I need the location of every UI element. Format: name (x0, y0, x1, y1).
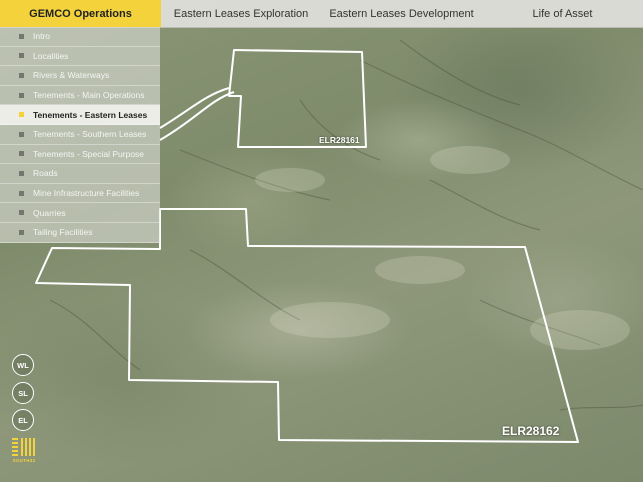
bullet-icon (19, 190, 24, 196)
layer-item-label: Tenements - Special Purpose (33, 148, 145, 159)
bullet-icon (19, 151, 24, 157)
layer-item-tenements-eastern-leases[interactable]: Tenements - Eastern Leases (0, 105, 160, 125)
tab-gemco-operations[interactable]: GEMCO Operations (0, 0, 161, 27)
wl-button[interactable]: WL (12, 354, 34, 376)
sl-button[interactable]: SL (12, 382, 34, 404)
layer-item-label: Tenements - Southern Leases (33, 129, 147, 140)
layer-item-label: Tenements - Eastern Leases (33, 109, 148, 120)
lease-label-elr28161: ELR28161 (319, 135, 360, 145)
layer-item-tailing-facilities[interactable]: Tailing Facilities (0, 222, 160, 243)
layer-item-tenements-southern-leases[interactable]: Tenements - Southern Leases (0, 124, 160, 145)
layer-menu: Intro Localities Rivers & Waterways Tene… (0, 27, 160, 243)
layer-item-quarries[interactable]: Quarries (0, 203, 160, 223)
el-button[interactable]: EL (12, 409, 34, 431)
tab-life-of-asset[interactable]: Life of Asset (482, 0, 643, 27)
layer-item-roads[interactable]: Roads (0, 164, 160, 184)
layer-item-label: Intro (33, 31, 51, 42)
layer-item-label: Localities (33, 50, 69, 61)
bullet-icon (19, 33, 24, 39)
layer-item-label: Mine Infrastructure Facilities (33, 188, 140, 199)
bullet-icon (19, 229, 24, 235)
bullet-icon (19, 170, 24, 176)
tab-eastern-leases-development[interactable]: Eastern Leases Development (321, 0, 482, 27)
layer-item-tenements-special-purpose[interactable]: Tenements - Special Purpose (0, 144, 160, 165)
layer-item-label: Tenements - Main Operations (33, 90, 145, 101)
layer-item-label: Tailing Facilities (33, 227, 93, 238)
layer-item-label: Quarries (33, 207, 66, 218)
top-navigation: GEMCO Operations Eastern Leases Explorat… (0, 0, 643, 28)
bullet-icon (19, 72, 24, 78)
layer-item-tenements-main-operations[interactable]: Tenements - Main Operations (0, 85, 160, 106)
lease-label-elr28162: ELR28162 (502, 424, 560, 438)
layer-item-label: Rivers & Waterways (33, 70, 110, 81)
layer-item-localities[interactable]: Localities (0, 46, 160, 67)
layer-item-mine-infrastructure-facilities[interactable]: Mine Infrastructure Facilities (0, 183, 160, 204)
bullet-icon (19, 53, 24, 59)
bullet-icon (19, 131, 24, 137)
logo-text: SOUTH32 (12, 458, 36, 463)
bullet-icon (19, 210, 24, 216)
layer-item-intro[interactable]: Intro (0, 27, 160, 47)
bullet-icon (19, 92, 24, 98)
tab-eastern-leases-exploration[interactable]: Eastern Leases Exploration (161, 0, 321, 27)
bullet-icon (19, 112, 24, 118)
layer-item-rivers-waterways[interactable]: Rivers & Waterways (0, 66, 160, 86)
layer-item-label: Roads (33, 168, 58, 179)
